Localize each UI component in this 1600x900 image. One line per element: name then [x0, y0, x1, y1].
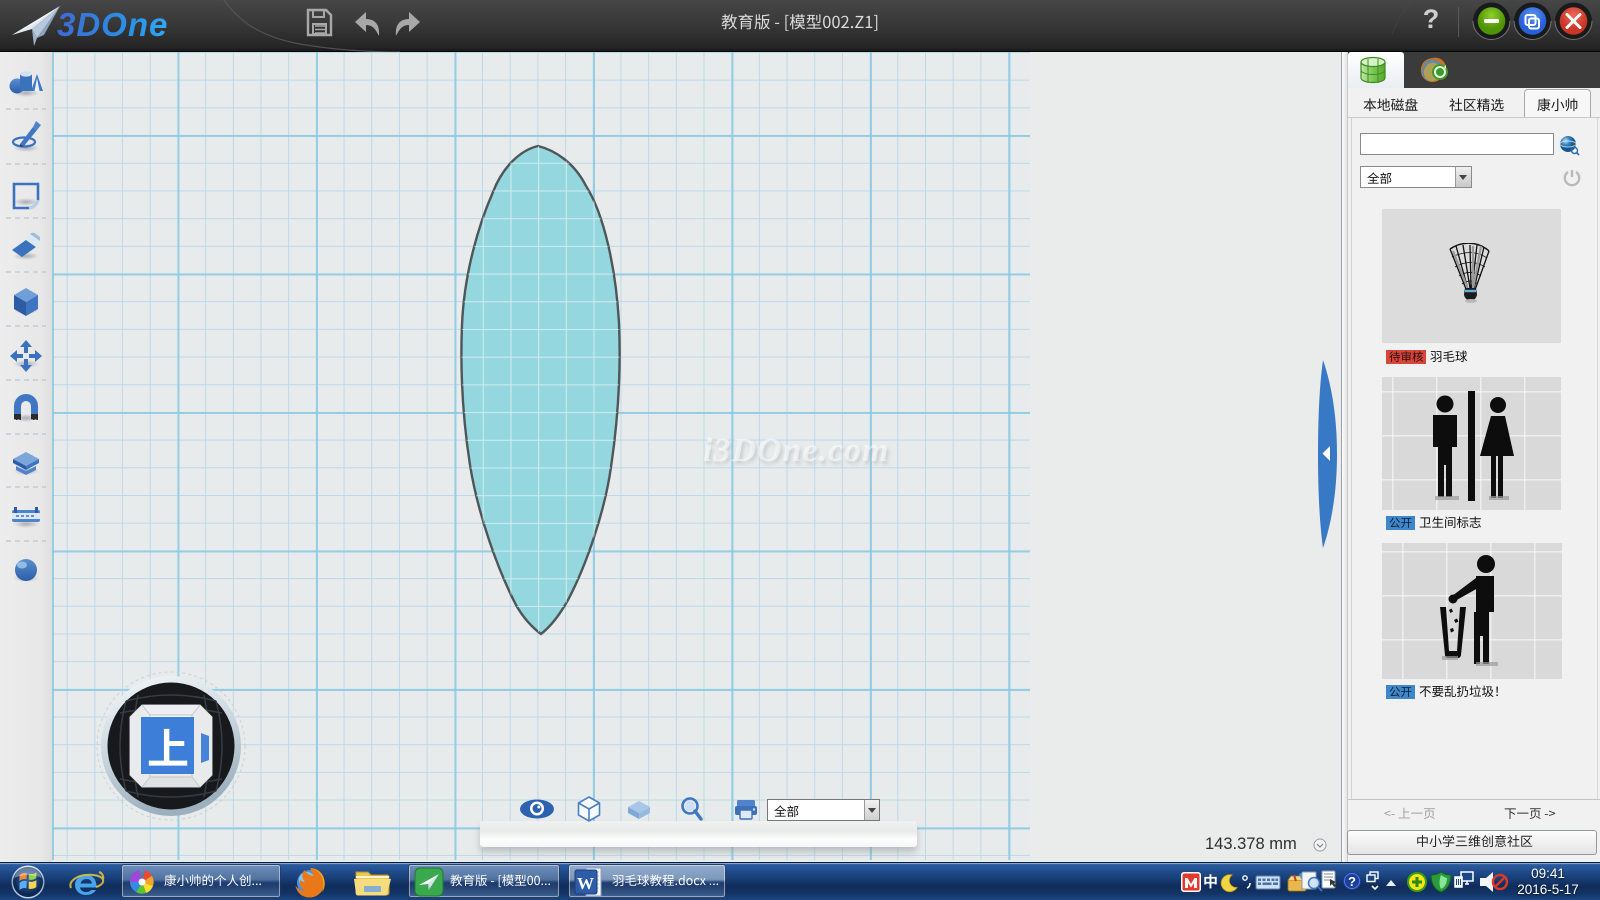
svg-text:W: W	[577, 874, 594, 893]
svg-text:?: ?	[1348, 874, 1356, 889]
